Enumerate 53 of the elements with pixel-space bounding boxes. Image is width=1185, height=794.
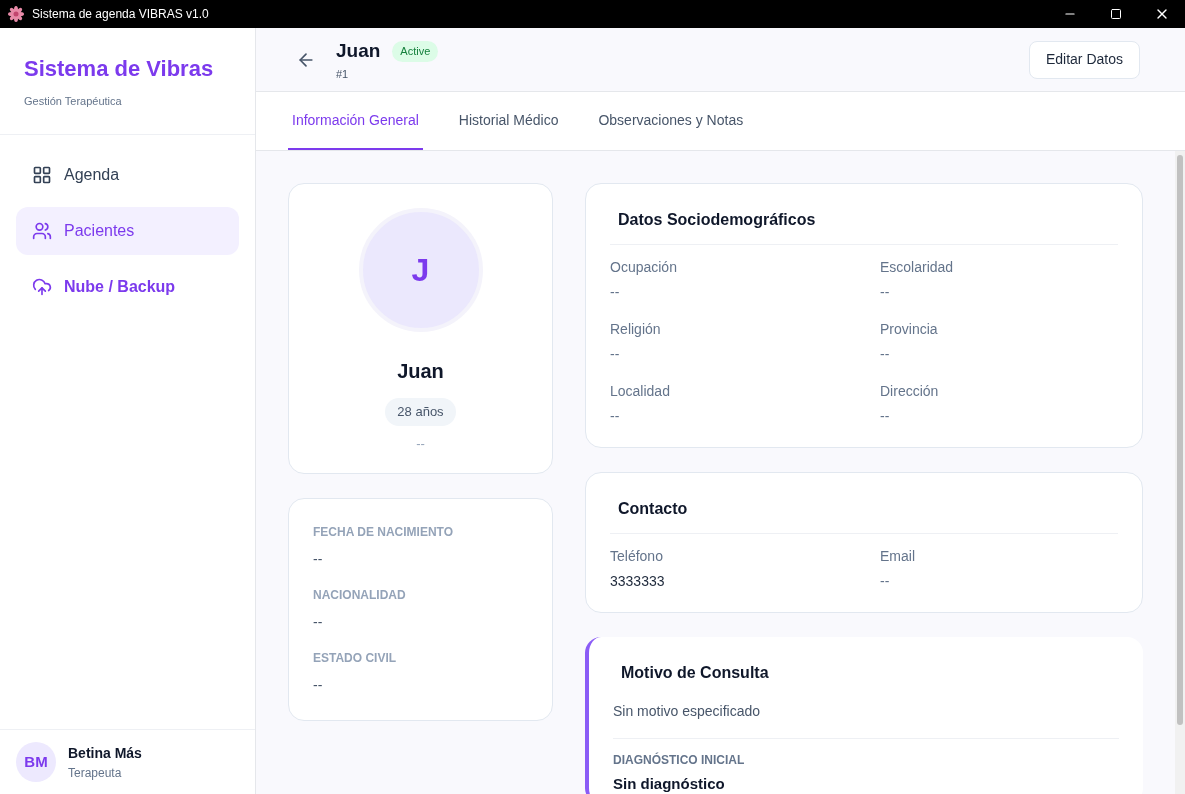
field-label: NACIONALIDAD xyxy=(313,587,407,604)
tab[interactable]: Observaciones y Notas xyxy=(594,92,748,150)
grid-icon xyxy=(32,164,52,185)
field-value: Sin diagnóstico xyxy=(613,774,726,794)
field-value: -- xyxy=(610,345,621,364)
consultation-reason: Sin motivo especificado xyxy=(613,701,1119,739)
field-label: Localidad xyxy=(610,382,671,401)
field-label: ESTADO CIVIL xyxy=(313,650,398,667)
field-label: Religión xyxy=(610,320,662,339)
maximize-icon xyxy=(1110,8,1122,20)
tab[interactable]: Historial Médico xyxy=(454,92,563,150)
card-title: Datos Sociodemográficos xyxy=(617,211,816,228)
field-label: Ocupación xyxy=(610,258,678,277)
field-value: -- xyxy=(313,613,324,632)
cloud-upload-icon xyxy=(32,276,52,297)
age-badge: 28 años xyxy=(385,398,456,426)
nav-item[interactable]: Pacientes xyxy=(16,206,239,255)
patient-name: Juan xyxy=(336,39,381,63)
profile-detail: -- xyxy=(416,434,425,453)
profile-name: Juan xyxy=(397,359,444,384)
field-value: -- xyxy=(610,283,621,302)
field-value: -- xyxy=(313,550,324,569)
card-title: Contacto xyxy=(617,500,688,517)
window-title: Sistema de agenda VIBRAS v1.0 xyxy=(32,6,209,23)
field-value: -- xyxy=(880,345,891,364)
users-icon xyxy=(32,220,52,241)
tab[interactable]: Información General xyxy=(288,92,423,150)
field-label: FECHA DE NACIMIENTO xyxy=(313,524,454,541)
brand-title: Sistema de Vibras xyxy=(24,55,215,83)
field-value: -- xyxy=(880,283,891,302)
user-avatar: BM xyxy=(16,742,56,782)
brand-subtitle: Gestión Terapéutica xyxy=(24,94,123,109)
field-value: 3333333 xyxy=(610,572,666,591)
nav-item[interactable]: Agenda xyxy=(16,150,239,199)
user-name: Betina Más xyxy=(68,743,142,763)
profile-avatar: J xyxy=(358,208,483,332)
field-label: Teléfono xyxy=(610,547,664,566)
status-badge: Active xyxy=(392,41,439,62)
field-label: Dirección xyxy=(880,382,940,401)
field-label: DIAGNÓSTICO INICIAL xyxy=(613,751,746,769)
flower-icon xyxy=(8,6,24,22)
nav-item[interactable]: Nube / Backup xyxy=(16,262,239,311)
field-value: -- xyxy=(313,676,324,695)
edit-button[interactable]: Editar Datos xyxy=(1028,40,1140,79)
card-title: Motivo de Consulta xyxy=(620,663,770,683)
field-value: -- xyxy=(880,572,891,591)
field-value: -- xyxy=(610,407,621,426)
patient-id: #1 xyxy=(336,66,350,82)
field-label: Email xyxy=(880,547,916,566)
user-role: Terapeuta xyxy=(68,764,123,782)
field-label: Escolaridad xyxy=(880,258,955,277)
field-value: -- xyxy=(880,407,891,426)
field-label: Provincia xyxy=(880,320,939,339)
